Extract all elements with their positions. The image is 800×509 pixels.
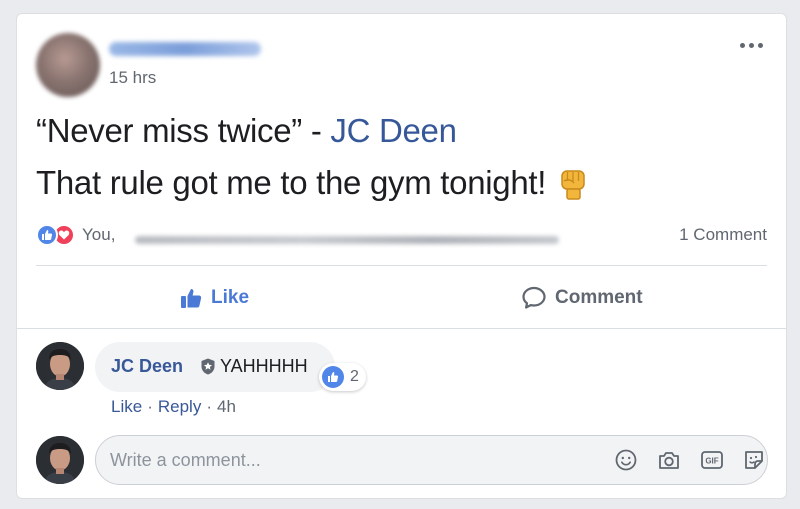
poster-avatar[interactable] xyxy=(36,33,100,97)
comment-reaction-count: 2 xyxy=(350,368,359,385)
quote-text: “Never miss twice” - xyxy=(36,112,331,149)
reactions-summary[interactable]: You, xyxy=(36,224,115,246)
separator: · xyxy=(147,397,153,416)
emoji-icon[interactable] xyxy=(614,448,638,472)
commenter-name[interactable]: JC Deen xyxy=(111,356,183,377)
poster-name-redacted[interactable] xyxy=(109,42,261,56)
fist-emoji-icon xyxy=(561,170,585,200)
like-button[interactable]: Like xyxy=(179,282,249,314)
reactors-names-redacted xyxy=(135,236,559,244)
post-timestamp[interactable]: 15 hrs xyxy=(109,68,156,88)
divider xyxy=(36,265,767,266)
reactions-prefix: You, xyxy=(82,225,116,244)
comment-button-label: Comment xyxy=(555,287,643,308)
separator: · xyxy=(206,397,212,416)
mention-link[interactable]: JC Deen xyxy=(330,112,457,149)
comment-reactions[interactable]: 2 xyxy=(319,363,366,391)
post-text-line-1: “Never miss twice” - JC Deen xyxy=(36,112,457,150)
comment-text: YAHHHHH xyxy=(220,356,308,376)
commenter-avatar[interactable] xyxy=(36,342,84,390)
comment-count[interactable]: 1 Comment xyxy=(679,225,767,245)
speech-bubble-icon xyxy=(522,286,546,309)
post-card: 15 hrs “Never miss twice” - JC Deen That… xyxy=(16,13,787,499)
more-options-icon[interactable] xyxy=(740,36,768,54)
comment-age[interactable]: 4h xyxy=(217,397,236,417)
comment-input[interactable] xyxy=(110,436,570,484)
comment-like-link[interactable]: Like xyxy=(111,397,142,417)
divider xyxy=(17,328,786,329)
current-user-avatar[interactable] xyxy=(36,436,84,484)
svg-text:GIF: GIF xyxy=(705,457,718,466)
gif-icon[interactable]: GIF xyxy=(700,448,724,472)
like-reaction-icon xyxy=(322,366,344,388)
like-button-label: Like xyxy=(211,287,250,308)
camera-icon[interactable] xyxy=(657,448,681,472)
verified-badge-icon xyxy=(201,358,215,375)
comment-composer: GIF xyxy=(95,435,768,485)
post-text: That rule got me to the gym tonight! xyxy=(36,164,547,201)
thumbs-up-icon xyxy=(181,289,202,308)
like-reaction-icon xyxy=(36,224,58,246)
comment-button[interactable]: Comment xyxy=(521,282,643,314)
sticker-icon[interactable] xyxy=(742,448,766,472)
comment-meta: Like · Reply · 4h xyxy=(111,397,236,417)
comment-reply-link[interactable]: Reply xyxy=(158,397,201,417)
post-text-line-2: That rule got me to the gym tonight! xyxy=(36,164,588,202)
